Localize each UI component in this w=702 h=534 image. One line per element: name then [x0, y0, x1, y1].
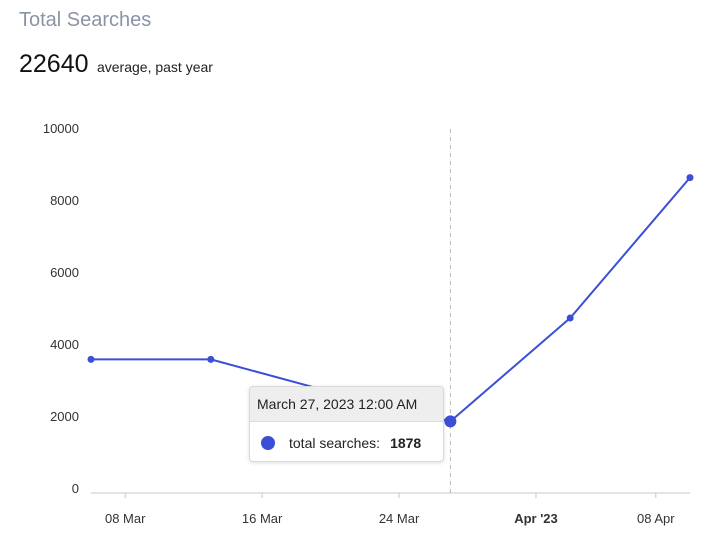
series-line-segment: [449, 317, 571, 423]
x-axis: 08 Mar 16 Mar 24 Mar Apr '23 08 Apr: [91, 492, 690, 526]
series-lines: [91, 176, 691, 423]
x-tick-label: 24 Mar: [379, 511, 420, 526]
y-tick-label: 4000: [50, 337, 79, 352]
highlighted-data-point[interactable]: [444, 415, 457, 428]
series-color-dot: [261, 435, 275, 450]
x-tick-label: 08 Mar: [105, 511, 146, 526]
tooltip-date: March 27, 2023 12:00 AM: [250, 387, 443, 422]
data-point[interactable]: [207, 355, 215, 363]
x-tick-label: 16 Mar: [242, 511, 283, 526]
tooltip-series-label: total searches:: [289, 434, 381, 451]
y-tick-label: 8000: [50, 193, 79, 208]
data-point[interactable]: [566, 314, 574, 322]
tooltip-body: total searches: 1878: [250, 422, 443, 461]
y-tick-label: 6000: [50, 265, 79, 280]
tooltip-value: 1878: [390, 434, 422, 451]
y-tick-label: 2000: [50, 409, 79, 424]
y-axis: 0 2000 4000 6000 8000 10000: [43, 121, 79, 496]
data-point[interactable]: [87, 355, 95, 363]
y-tick-label: 10000: [43, 121, 79, 136]
x-tick-label: Apr '23: [514, 511, 558, 526]
series-line-segment: [569, 176, 691, 319]
data-tooltip: March 27, 2023 12:00 AM total searches: …: [249, 386, 444, 462]
x-tick-label: 08 Apr: [637, 511, 675, 526]
y-tick-label: 0: [72, 481, 79, 496]
data-point[interactable]: [686, 174, 694, 182]
